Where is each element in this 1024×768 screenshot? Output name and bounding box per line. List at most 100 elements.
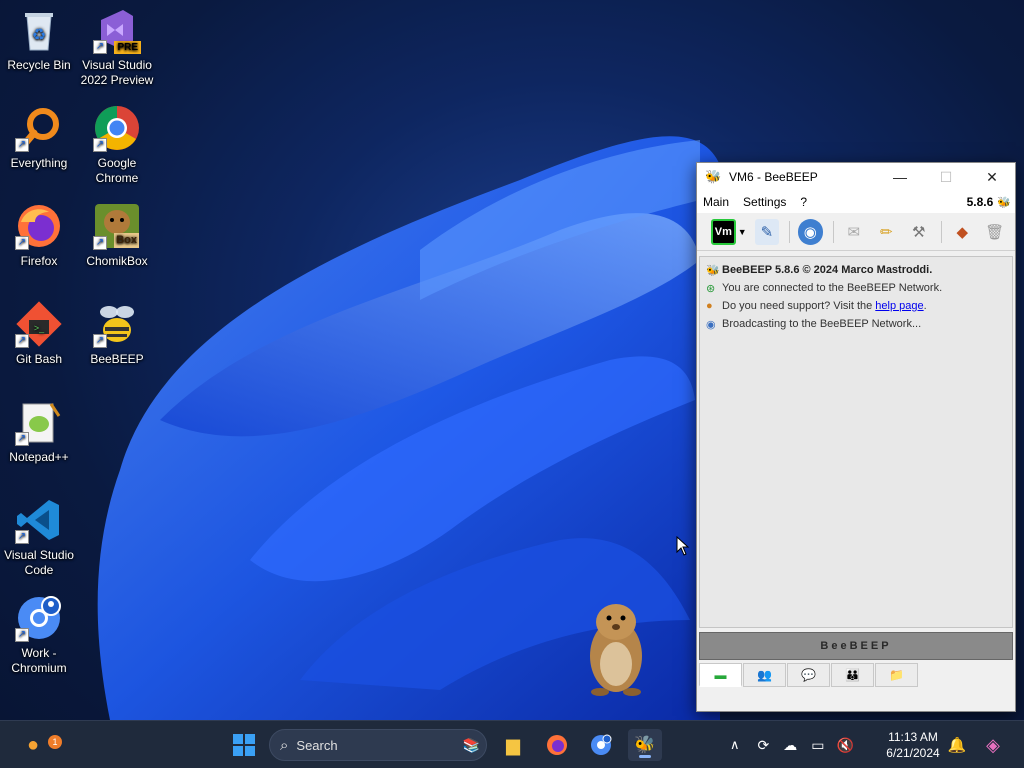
- desktop-icon-beebeep[interactable]: ↗ BeeBEEP: [78, 300, 156, 367]
- svg-text:♻: ♻: [32, 27, 46, 44]
- cloud-offline-icon[interactable]: ☁: [783, 737, 797, 754]
- shortcut-arrow-icon: ↗: [15, 628, 29, 642]
- chromium-profile-icon: [591, 734, 612, 755]
- sync-icon[interactable]: ⟳: [758, 737, 770, 754]
- taskbar-file-explorer[interactable]: ▆: [496, 729, 530, 761]
- display-icon[interactable]: ▭: [811, 737, 824, 754]
- hamster-mascot-icon: [590, 604, 642, 696]
- trash-icon[interactable]: 🗑: [982, 219, 1007, 245]
- vm-status-button[interactable]: Vm: [711, 218, 736, 245]
- messages-icon: 💬: [801, 668, 816, 682]
- notepad-plus-plus-icon: ↗: [15, 398, 63, 446]
- broadcast-button-icon[interactable]: ◉: [798, 218, 823, 245]
- copilot-icon: ◈: [986, 734, 1000, 755]
- notification-badge: 1: [48, 735, 62, 749]
- volume-muted-icon[interactable]: 🔇: [836, 737, 853, 754]
- shortcut-arrow-icon: ↗: [93, 138, 107, 152]
- desktop-icon-vscode[interactable]: ↗ Visual Studio Code: [0, 496, 78, 578]
- search-placeholder: Search: [296, 737, 338, 753]
- clock[interactable]: 11:13 AM 6/21/2024: [880, 729, 946, 761]
- menu-main[interactable]: Main: [703, 195, 729, 209]
- chrome-icon: ↗: [93, 104, 141, 152]
- desktop-icon-notepad-plus-plus[interactable]: ↗ Notepad++: [0, 398, 78, 465]
- tab-users[interactable]: 👥: [743, 663, 786, 687]
- tab-chat[interactable]: ▬: [699, 663, 742, 687]
- support-icon: ●: [706, 300, 713, 312]
- version-label: 5.8.6: [966, 195, 994, 209]
- write-note-icon[interactable]: ✏: [874, 219, 899, 245]
- mouse-cursor-icon: [676, 536, 690, 556]
- desktop-icon-chomikbox[interactable]: Box ↗ ChomikBox: [78, 202, 156, 269]
- tab-groups[interactable]: 👪: [831, 663, 874, 687]
- window-title: VM6 - BeeBEEP: [729, 170, 818, 184]
- beebeep-banner: BeeBEEP: [699, 632, 1013, 660]
- groups-icon: 👪: [845, 668, 860, 682]
- firefox-icon: [547, 735, 567, 755]
- close-button[interactable]: ✕: [969, 163, 1015, 191]
- desktop-icon-everything[interactable]: ↗ Everything: [0, 104, 78, 171]
- edit-profile-icon[interactable]: ✎: [754, 218, 780, 245]
- taskbar-search[interactable]: ⌕ Search 📚: [269, 729, 487, 761]
- search-highlight-icon: 📚: [462, 736, 480, 753]
- chat-icon: ▬: [714, 667, 727, 682]
- toolbar-separator: [941, 220, 942, 243]
- shortcut-arrow-icon: ↗: [93, 236, 107, 250]
- desktop-icon-firefox[interactable]: ↗ Firefox: [0, 202, 78, 269]
- beebeep-icon: ↗: [93, 300, 141, 348]
- shortcut-arrow-icon: ↗: [15, 334, 29, 348]
- help-page-link[interactable]: help page: [875, 300, 923, 312]
- firefox-icon: ↗: [15, 202, 63, 250]
- maximize-button[interactable]: ☐: [923, 163, 969, 191]
- desktop-icon-visual-studio[interactable]: PRE ↗ Visual Studio 2022 Preview: [78, 6, 156, 88]
- desktop-icon-git-bash[interactable]: >_ ↗ Git Bash: [0, 300, 78, 367]
- menu-settings[interactable]: Settings: [743, 195, 786, 209]
- menu-help[interactable]: ?: [800, 195, 807, 209]
- show-hidden-icons-chevron-icon[interactable]: ∧: [730, 737, 740, 753]
- windows-logo-icon: [233, 734, 255, 756]
- chromium-profile-icon: ↗: [15, 594, 63, 642]
- git-bash-icon: >_ ↗: [15, 300, 63, 348]
- tab-messages[interactable]: 💬: [787, 663, 830, 687]
- bee-icon: 🐝: [706, 264, 720, 277]
- notifications-button[interactable]: 🔔: [940, 729, 974, 761]
- active-indicator: [639, 755, 651, 758]
- window-titlebar[interactable]: 🐝 VM6 - BeeBEEP — ☐ ✕: [697, 163, 1015, 191]
- taskbar: ● 1 ⌕ Search 📚 ▆ 🐝 ∧ ⟳ ☁ ▭ 🔇 11:13 AM 6/…: [0, 720, 1024, 768]
- desktop-icon-work-chromium[interactable]: ↗ Work - Chromium: [0, 594, 78, 676]
- preview-badge: PRE: [114, 41, 141, 54]
- minimize-button[interactable]: —: [877, 163, 923, 191]
- start-button[interactable]: [227, 729, 261, 761]
- taskbar-beebeep[interactable]: 🐝: [628, 729, 662, 761]
- beebeep-window[interactable]: 🐝 VM6 - BeeBEEP — ☐ ✕ Main Settings ? 5.…: [696, 162, 1016, 712]
- widgets-button[interactable]: ● 1: [16, 729, 62, 761]
- mail-icon[interactable]: ✉: [842, 219, 867, 245]
- log-line: ⊛ You are connected to the BeeBEEP Netwo…: [706, 282, 943, 295]
- taskbar-firefox[interactable]: [540, 729, 574, 761]
- menu-bar: Main Settings ? 5.8.6 🐝: [697, 191, 1015, 213]
- toolbar-separator: [789, 220, 791, 243]
- shortcut-arrow-icon: ↗: [93, 40, 107, 54]
- chat-log: 🐝 BeeBEEP 5.8.6 © 2024 Marco Mastroddi. …: [699, 256, 1013, 628]
- beebeep-icon: 🐝: [634, 735, 656, 754]
- chomikbox-icon: Box ↗: [93, 202, 141, 250]
- shortcut-arrow-icon: ↗: [15, 432, 29, 446]
- tools-icon[interactable]: ⚒: [907, 219, 932, 245]
- shortcut-arrow-icon: ↗: [93, 334, 107, 348]
- tab-files[interactable]: 📁: [875, 663, 918, 687]
- log-line: ◉ Broadcasting to the BeeBEEP Network...: [706, 318, 922, 331]
- visual-studio-icon: PRE ↗: [93, 6, 141, 54]
- taskbar-chromium[interactable]: [584, 729, 618, 761]
- search-icon: ⌕: [280, 736, 289, 754]
- users-icon: 👥: [757, 668, 772, 682]
- desktop-icon-google-chrome[interactable]: ↗ Google Chrome: [78, 104, 156, 186]
- dropdown-arrow-icon[interactable]: ▼: [738, 227, 747, 237]
- log-line: 🐝 BeeBEEP 5.8.6 © 2024 Marco Mastroddi.: [706, 264, 933, 277]
- system-tray: ∧ ⟳ ☁ ▭ 🔇: [730, 721, 854, 768]
- copilot-button[interactable]: ◈: [976, 729, 1010, 761]
- box-badge: Box: [114, 233, 139, 248]
- desktop-icon-recycle-bin[interactable]: ♻ Recycle Bin: [0, 6, 78, 73]
- log-line: ● Do you need support? Visit the help pa…: [706, 300, 927, 312]
- plugins-icon[interactable]: ◆: [950, 219, 975, 245]
- clock-time: 11:13 AM: [888, 730, 938, 744]
- files-icon: 📁: [889, 668, 904, 682]
